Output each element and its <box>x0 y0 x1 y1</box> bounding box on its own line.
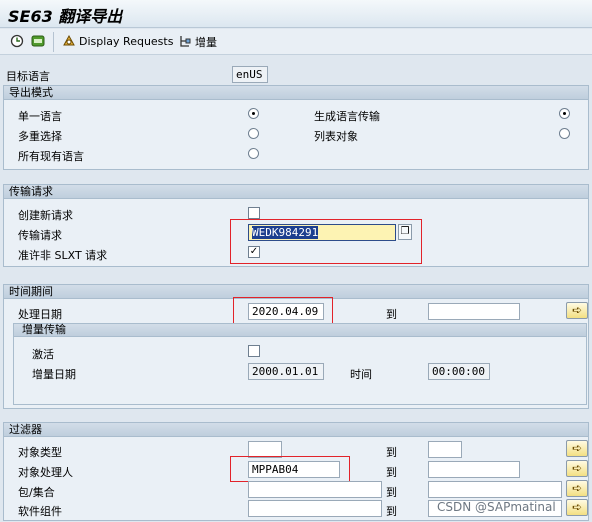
package-from-field[interactable] <box>248 481 382 498</box>
create-new-request-checkbox[interactable] <box>248 207 260 219</box>
radio-all-languages[interactable] <box>248 148 259 159</box>
object-owner-multiple-selection-button[interactable]: ➪ <box>566 460 588 477</box>
watermark: CSDN @SAPmatinal <box>437 500 556 514</box>
transport-request-label: 传输请求 <box>18 229 62 242</box>
allow-non-slxt-label: 准许非 SLXT 请求 <box>18 249 108 262</box>
object-type-to-field[interactable] <box>428 441 462 458</box>
process-date-to-field[interactable] <box>428 303 520 320</box>
radio-label-generate-transport: 生成语言传输 <box>314 110 380 123</box>
target-language-field[interactable]: enUS <box>232 66 268 83</box>
radio-multiple-selection[interactable] <box>248 128 259 139</box>
object-owner-to-label: 到 <box>386 466 397 479</box>
package-to-field[interactable] <box>428 481 562 498</box>
transport-request-header: 传输请求 <box>3 184 589 199</box>
target-language-label: 目标语言 <box>6 70 50 83</box>
radio-label-all-languages: 所有现有语言 <box>18 150 84 163</box>
display-requests-button[interactable]: Display Requests <box>62 34 173 48</box>
activate-label: 激活 <box>32 348 54 361</box>
activate-checkbox[interactable] <box>248 345 260 357</box>
object-type-label: 对象类型 <box>18 446 62 459</box>
incremental-button[interactable]: 增量 <box>178 34 217 50</box>
hierarchy-icon <box>178 35 192 49</box>
variant-button[interactable] <box>31 34 45 48</box>
software-component-multiple-selection-button[interactable]: ➪ <box>566 499 588 516</box>
execute-clock-icon <box>10 34 24 48</box>
variant-icon <box>31 34 45 48</box>
process-date-to-label: 到 <box>386 308 397 321</box>
window-title: SE63 翻译导出 <box>8 7 123 26</box>
radio-single-language[interactable] <box>248 108 259 119</box>
incremental-date-field[interactable]: 2000.01.01 <box>248 363 324 380</box>
package-multiple-selection-button[interactable]: ➪ <box>566 480 588 497</box>
radio-label-single-language: 单一语言 <box>18 110 62 123</box>
filter-header: 过滤器 <box>3 422 589 437</box>
object-type-to-label: 到 <box>386 446 397 459</box>
software-component-from-field[interactable] <box>248 500 382 517</box>
object-owner-to-field[interactable] <box>428 461 520 478</box>
incremental-date-label: 增量日期 <box>32 368 76 381</box>
package-label: 包/集合 <box>18 486 55 499</box>
object-type-multiple-selection-button[interactable]: ➪ <box>566 440 588 457</box>
radio-generate-transport[interactable] <box>559 108 570 119</box>
process-date-multiple-selection-button[interactable]: ➪ <box>566 302 588 319</box>
incremental-transport-header: 增量传输 <box>13 323 587 337</box>
radio-list-objects[interactable] <box>559 128 570 139</box>
highlight-box-date <box>233 297 333 324</box>
highlight-box-request <box>230 219 422 264</box>
incremental-time-field[interactable]: 00:00:00 <box>428 363 490 380</box>
arrow-right-icon: ➪ <box>571 461 583 475</box>
incremental-time-label: 时间 <box>350 368 372 381</box>
arrow-right-icon: ➪ <box>571 481 583 495</box>
toolbar-separator <box>53 32 54 52</box>
export-mode-header: 导出模式 <box>3 85 589 100</box>
arrow-right-icon: ➪ <box>571 303 583 317</box>
highlight-box-owner <box>230 456 350 482</box>
display-requests-icon <box>62 34 76 48</box>
software-component-to-label: 到 <box>386 505 397 518</box>
display-requests-label: Display Requests <box>79 34 174 48</box>
software-component-label: 软件组件 <box>18 505 62 518</box>
incremental-label: 增量 <box>195 36 217 49</box>
arrow-right-icon: ➪ <box>571 500 583 514</box>
package-to-label: 到 <box>386 486 397 499</box>
object-owner-label: 对象处理人 <box>18 466 73 479</box>
arrow-right-icon: ➪ <box>571 441 583 455</box>
process-date-label: 处理日期 <box>18 308 62 321</box>
export-mode-box <box>3 100 589 170</box>
create-new-request-label: 创建新请求 <box>18 209 73 222</box>
execute-button[interactable] <box>10 34 24 48</box>
radio-label-list-objects: 列表对象 <box>314 130 358 143</box>
radio-label-multiple-selection: 多重选择 <box>18 130 62 143</box>
